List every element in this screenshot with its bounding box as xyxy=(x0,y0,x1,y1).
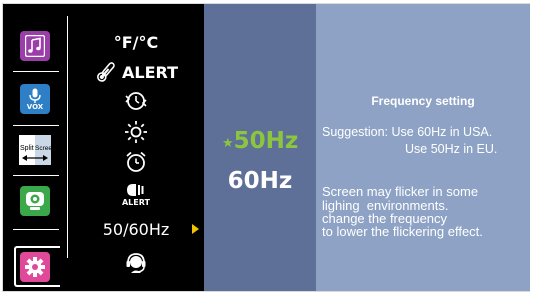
mode-separator xyxy=(13,71,59,72)
split-screen-mode-button[interactable]: Split Screen xyxy=(19,135,56,165)
thermometer-icon xyxy=(97,62,115,82)
option-60hz[interactable]: 60Hz xyxy=(204,168,316,194)
vox-label: VOX xyxy=(26,102,44,111)
split-label: Split xyxy=(20,145,34,152)
vox-mode-button[interactable]: VOX xyxy=(20,84,50,114)
double-arrow-icon xyxy=(22,155,48,161)
mode-sidebar: VOX Split Screen xyxy=(3,4,67,291)
vibration-alert-label: ALERT xyxy=(121,198,150,207)
power-timer-setting[interactable] xyxy=(68,89,204,113)
screen-label: Screen xyxy=(35,145,56,152)
vibration-icon xyxy=(127,184,144,196)
selected-arrow-icon xyxy=(192,224,199,234)
alarm-setting[interactable] xyxy=(68,149,204,175)
mode-separator xyxy=(13,229,59,230)
frequency-label: 50/60Hz xyxy=(102,219,170,239)
settings-list: °F/°C ALERT ALERT 50/60Hz xyxy=(68,4,204,291)
temperature-unit-setting[interactable]: °F/°C xyxy=(68,30,204,54)
brightness-setting[interactable] xyxy=(68,119,204,145)
description-panel: Frequency setting Suggestion: Use 60Hz i… xyxy=(316,4,530,291)
webcam-icon xyxy=(26,192,44,210)
description-title: Frequency setting xyxy=(371,94,475,108)
suggestion-line-2: Use 50Hz in EU. xyxy=(405,142,498,156)
mode-separator xyxy=(13,125,59,126)
power-clock-icon xyxy=(125,92,147,110)
headset-icon xyxy=(126,253,146,273)
music-mode-button[interactable] xyxy=(20,31,50,61)
frequency-options-panel: ★ 50Hz 60Hz xyxy=(204,4,316,291)
suggestion-line-1: Suggestion: Use 60Hz in USA. xyxy=(322,125,493,139)
webcam-mode-button[interactable] xyxy=(20,186,50,216)
frequency-setting[interactable]: 50/60Hz xyxy=(68,216,204,242)
note-line-4: to lower the flickering effect. xyxy=(322,224,483,239)
support-setting[interactable] xyxy=(68,248,204,278)
settings-mode-button[interactable] xyxy=(20,252,50,282)
gear-icon xyxy=(25,257,45,277)
brightness-icon xyxy=(125,121,147,143)
alarm-clock-icon xyxy=(126,151,146,172)
music-note-icon xyxy=(25,35,45,57)
temperature-unit-label: °F/°C xyxy=(113,32,159,52)
microphone-icon xyxy=(29,88,41,103)
monitor-screen: VOX Split Screen °F/°C ALERT ALERT 50/60… xyxy=(3,4,530,291)
temperature-alert-setting[interactable]: ALERT xyxy=(68,59,204,85)
option-50hz[interactable]: 50Hz xyxy=(204,128,316,154)
note-line-1: Screen may flicker in some xyxy=(322,184,479,199)
vibration-alert-setting[interactable]: ALERT xyxy=(68,180,204,210)
alert-label: ALERT xyxy=(121,62,179,82)
mode-separator xyxy=(13,175,59,176)
